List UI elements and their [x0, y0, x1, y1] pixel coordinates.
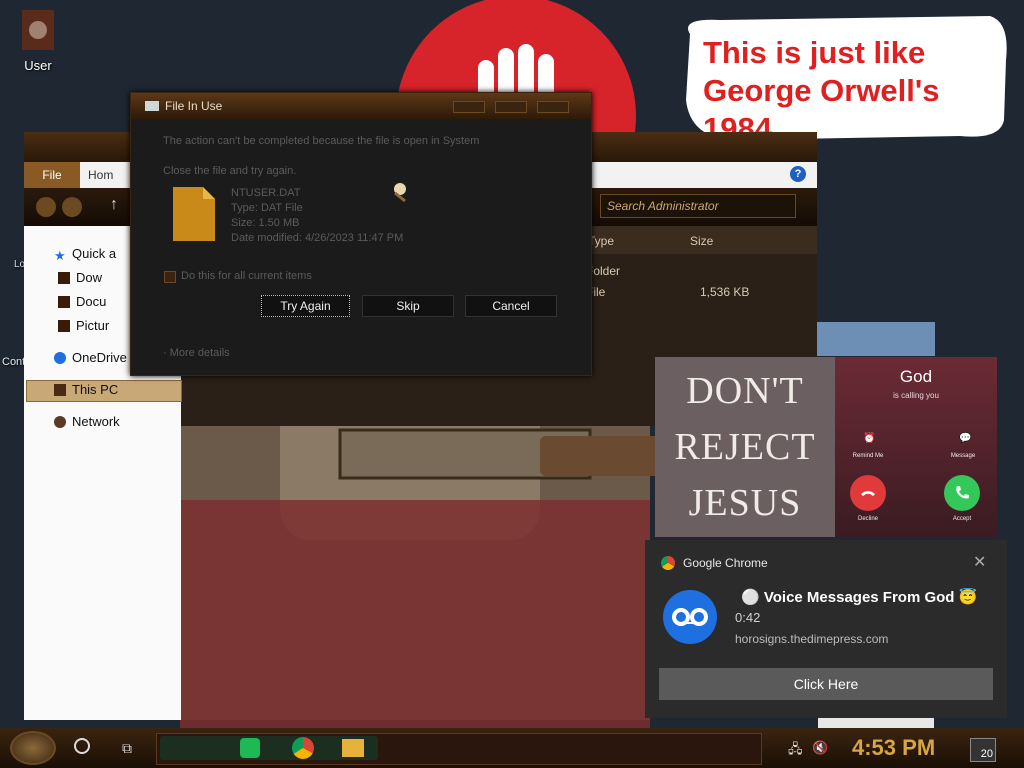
remind-me-label: Remind Me: [852, 453, 884, 459]
file-name: NTUSER.DAT: [231, 187, 301, 199]
action-center-icon[interactable]: 20: [970, 738, 996, 762]
notification-count: 20: [980, 748, 993, 760]
close-icon[interactable]: [537, 101, 569, 113]
minimize-icon[interactable]: [453, 101, 485, 113]
bubble-line: George Orwell's: [703, 73, 940, 108]
nav-item-label: Network: [72, 414, 120, 429]
speech-bubble: This is just like George Orwell's 1984: [703, 34, 1003, 148]
accept-label: Accept: [952, 516, 972, 522]
nav-item-network[interactable]: Network: [54, 414, 120, 429]
back-icon[interactable]: [36, 197, 56, 217]
dialog-message: The action can't be completed because th…: [163, 135, 480, 147]
dialog-app-icon: [145, 101, 159, 111]
notification-duration: 0:42: [735, 610, 761, 625]
cursor-icon: [389, 181, 411, 203]
more-details-label: More details: [169, 347, 230, 359]
chrome-taskbar-icon[interactable]: [292, 737, 314, 759]
more-details-link[interactable]: · More details: [163, 347, 230, 359]
folder-icon: [58, 271, 70, 284]
star-icon: ★: [54, 247, 66, 263]
column-header-size[interactable]: Size: [690, 234, 713, 248]
file-explorer-taskbar-icon[interactable]: [342, 739, 364, 757]
nav-item-label: Pictur: [76, 318, 110, 333]
chrome-icon: [661, 556, 675, 570]
cancel-button[interactable]: Cancel: [465, 295, 557, 317]
nav-item-label: OneDrive: [72, 350, 127, 365]
user-desktop-label[interactable]: User: [10, 58, 66, 73]
poster-line: DON'T: [686, 370, 804, 412]
task-view-icon[interactable]: ⧉: [122, 740, 132, 757]
poster-line: JESUS: [688, 482, 802, 524]
folder-icon: [58, 295, 70, 308]
ribbon-tab-home[interactable]: Hom: [88, 162, 128, 188]
all-items-checkbox[interactable]: [164, 271, 176, 283]
search-icon[interactable]: [74, 738, 90, 754]
file-size: Size: 1.50 MB: [231, 217, 300, 229]
search-input[interactable]: Search Administrator: [600, 194, 796, 218]
message-icon: 💬: [959, 433, 972, 444]
try-again-button[interactable]: Try Again: [261, 295, 350, 317]
nav-item-downloads[interactable]: Dow: [58, 270, 102, 285]
nav-item-pictures[interactable]: Pictur: [58, 318, 109, 333]
network-icon: [54, 415, 66, 428]
folder-icon: [58, 319, 70, 332]
computer-icon: [54, 383, 66, 396]
poster-panel: DON'T REJECT JESUS: [655, 357, 835, 537]
nav-item-label: This PC: [72, 382, 119, 397]
chrome-notification[interactable]: Google Chrome ✕ ⚪ Voice Messages From Go…: [645, 540, 1007, 718]
notification-title: ⚪ Voice Messages From God 😇: [741, 589, 978, 606]
cloud-icon: [54, 351, 66, 364]
start-button[interactable]: [10, 731, 56, 765]
file-type: Type: DAT File: [231, 202, 303, 214]
all-items-checkbox-label[interactable]: Do this for all current items: [181, 270, 312, 282]
help-icon[interactable]: ?: [790, 166, 806, 182]
close-icon[interactable]: ✕: [973, 552, 986, 572]
nav-item-label: Dow: [76, 270, 103, 285]
notification-app-name: Google Chrome: [683, 556, 768, 570]
nav-item-label: Quick a: [72, 246, 117, 261]
skip-button[interactable]: Skip: [362, 295, 454, 317]
nav-item-onedrive[interactable]: OneDrive: [54, 350, 127, 365]
network-tray-icon[interactable]: 🖧: [788, 740, 803, 762]
column-header-bar: Type Size: [584, 226, 817, 254]
dialog-title: File In Use: [165, 99, 223, 113]
up-arrow-icon[interactable]: ↑: [110, 196, 118, 214]
nav-item-quick-access[interactable]: ★ Quick a: [54, 246, 117, 263]
bubble-line: This is just like: [703, 35, 926, 70]
forward-icon[interactable]: [62, 197, 82, 217]
dialog-close-hint: Close the file and try again.: [163, 165, 297, 177]
user-folder-icon[interactable]: [16, 6, 60, 54]
alarm-icon: ⏰: [863, 433, 876, 444]
decline-icon[interactable]: [850, 475, 886, 511]
accept-icon[interactable]: [944, 475, 980, 511]
decline-label: Decline: [857, 516, 878, 522]
ribbon-tab-file[interactable]: File: [24, 162, 80, 188]
nav-item-label: Docu: [76, 294, 107, 309]
call-screen-panel: God is calling you ⏰ Remind Me 💬 Message…: [835, 357, 997, 537]
caller-name: God: [899, 367, 933, 386]
message-label: Message: [950, 453, 976, 459]
notification-domain: horosigns.thedimepress.com: [735, 632, 889, 646]
nav-item-documents[interactable]: Docu: [58, 294, 106, 309]
click-here-button[interactable]: Click Here: [659, 668, 993, 700]
call-status: is calling you: [893, 391, 939, 400]
file-in-use-dialog: File In Use The action can't be complete…: [130, 92, 592, 376]
file-date-modified: Date modified: 4/26/2023 11:47 PM: [231, 232, 404, 244]
nav-item-this-pc[interactable]: This PC: [54, 382, 118, 397]
voicemail-icon: [663, 590, 717, 644]
incoming-call-ad[interactable]: DON'T REJECT JESUS God is calling you ⏰ …: [655, 357, 997, 537]
notes-app-icon[interactable]: [240, 738, 260, 758]
row-size[interactable]: 1,536 KB: [700, 285, 749, 299]
volume-muted-icon[interactable]: 🔇: [812, 740, 828, 756]
taskbar-clock[interactable]: 4:53 PM: [852, 735, 935, 761]
poster-line: REJECT: [674, 426, 816, 468]
maximize-icon[interactable]: [495, 101, 527, 113]
file-icon: [171, 185, 217, 243]
